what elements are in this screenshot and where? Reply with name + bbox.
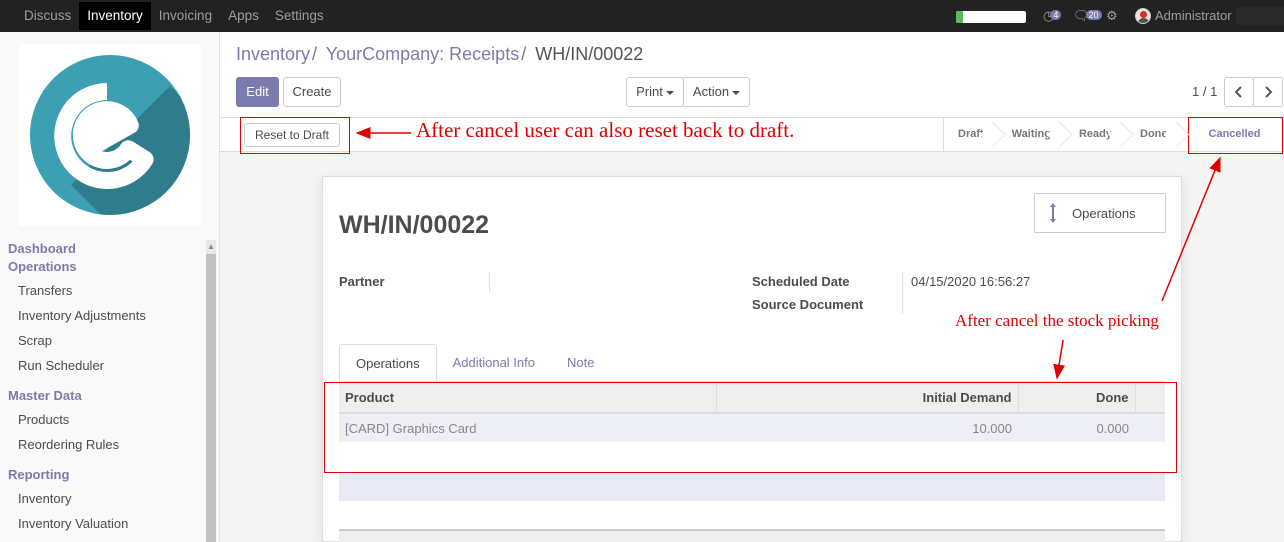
scheduled-date-label: Scheduled Date (752, 274, 850, 289)
menu-inventory[interactable]: Inventory (79, 2, 151, 30)
form-content: WH/IN/00022 Operations Partner Scheduled… (220, 152, 1284, 542)
source-document-label: Source Document (752, 297, 864, 312)
sidebar-item-reordering-rules[interactable]: Reordering Rules (18, 437, 119, 452)
action-dropdown[interactable]: Action (683, 77, 750, 107)
pager-previous-button[interactable] (1224, 77, 1254, 107)
company-logo (19, 44, 201, 226)
sidebar-item-inventory[interactable]: Inventory (18, 491, 71, 506)
sidebar-item-transfers[interactable]: Transfers (18, 283, 72, 298)
tab-note[interactable]: Note (551, 344, 610, 382)
progress-fill (956, 11, 963, 23)
sidebar-item-scrap[interactable]: Scrap (18, 333, 52, 348)
sidebar-section-operations[interactable]: Operations (8, 259, 77, 274)
caret-down-icon (665, 90, 674, 95)
logo-e-icon (54, 83, 154, 189)
messages-badge: 20 (1085, 10, 1102, 20)
table-footer (339, 529, 1165, 542)
avatar[interactable] (1135, 8, 1151, 24)
tab-operations[interactable]: Operations (339, 344, 437, 382)
annotation-box-reset (240, 117, 350, 154)
operations-smart-button[interactable]: Operations (1034, 193, 1166, 233)
pager-next-button[interactable] (1253, 77, 1283, 107)
stage-waiting: Waiting (998, 118, 1065, 151)
onboarding-progress-bar[interactable] (956, 11, 1026, 23)
messages-button[interactable]: 🗨20 (1073, 8, 1102, 24)
user-menu[interactable]: Administrator (1155, 8, 1232, 23)
chevron-right-icon (1265, 86, 1273, 98)
notebook-tabs: Operations Additional Info Note (339, 344, 610, 382)
breadcrumb-current: WH/IN/00022 (535, 44, 644, 64)
tab-additional-info[interactable]: Additional Info (437, 344, 551, 382)
sidebar: Dashboard Operations Transfers Inventory… (0, 32, 220, 542)
sidebar-section-dashboard[interactable]: Dashboard (8, 241, 76, 256)
create-button[interactable]: Create (283, 77, 341, 107)
edit-button[interactable]: Edit (236, 77, 279, 107)
sidebar-section-master-data[interactable]: Master Data (8, 388, 82, 403)
empty-row (339, 473, 1165, 501)
record-name: WH/IN/00022 (339, 211, 490, 239)
breadcrumb: Inventory / YourCompany: Receipts / WH/IN/… (236, 44, 643, 65)
app-menu: Discuss Inventory Invoicing Apps Setting… (16, 0, 332, 32)
field-divider (489, 272, 490, 292)
stage-done: Done (1126, 118, 1182, 151)
menu-discuss[interactable]: Discuss (16, 2, 79, 30)
pager-value[interactable]: 1 / 1 (1192, 84, 1217, 99)
annotation-cancel-note: After cancel the stock picking (955, 311, 1159, 330)
activity-button[interactable]: ◷4 (1043, 8, 1062, 24)
field-divider (902, 272, 903, 314)
activity-badge: 4 (1050, 10, 1062, 20)
stage-ready: Ready (1065, 118, 1126, 151)
action-label: Action (692, 84, 730, 99)
chevron-left-icon (1234, 86, 1242, 98)
sidebar-section-reporting[interactable]: Reporting (8, 467, 69, 482)
menu-settings[interactable]: Settings (267, 2, 332, 30)
annotation-reset-note: After cancel user can also reset back to… (416, 118, 795, 142)
annotation-box-table (324, 382, 1177, 473)
sidebar-item-products[interactable]: Products (18, 412, 69, 427)
scroll-up-icon[interactable]: ▲ (207, 242, 215, 251)
arrows-vertical-icon (1050, 203, 1056, 223)
top-navbar: Discuss Inventory Invoicing Apps Setting… (0, 0, 1284, 32)
partner-label: Partner (339, 274, 385, 289)
logo-circle (30, 55, 190, 215)
sidebar-item-inventory-adjustments[interactable]: Inventory Adjustments (18, 308, 146, 323)
menu-apps[interactable]: Apps (220, 2, 267, 30)
sidebar-item-run-scheduler[interactable]: Run Scheduler (18, 358, 104, 373)
breadcrumb-separator: / (521, 44, 527, 64)
scrollbar-thumb[interactable] (206, 254, 216, 542)
redacted-area (1236, 7, 1284, 25)
debug-bug-icon[interactable]: ⚙ (1106, 8, 1118, 24)
breadcrumb-separator: / (312, 44, 318, 64)
form-sheet: WH/IN/00022 Operations Partner Scheduled… (322, 176, 1182, 542)
sidebar-scrollbar[interactable]: ▲ (206, 240, 216, 542)
breadcrumb-inventory[interactable]: Inventory (236, 44, 310, 64)
annotation-box-cancelled (1188, 117, 1283, 154)
print-label: Print (636, 84, 663, 99)
menu-invoicing[interactable]: Invoicing (151, 2, 220, 30)
smart-button-label: Operations (1072, 206, 1136, 221)
scheduled-date-value: 04/15/2020 16:56:27 (911, 274, 1031, 289)
stage-draft: Draft (944, 118, 998, 151)
sidebar-item-inventory-valuation[interactable]: Inventory Valuation (18, 516, 128, 531)
print-dropdown[interactable]: Print (626, 77, 684, 107)
breadcrumb-receipts[interactable]: YourCompany: Receipts (326, 44, 519, 64)
caret-down-icon (732, 90, 741, 95)
